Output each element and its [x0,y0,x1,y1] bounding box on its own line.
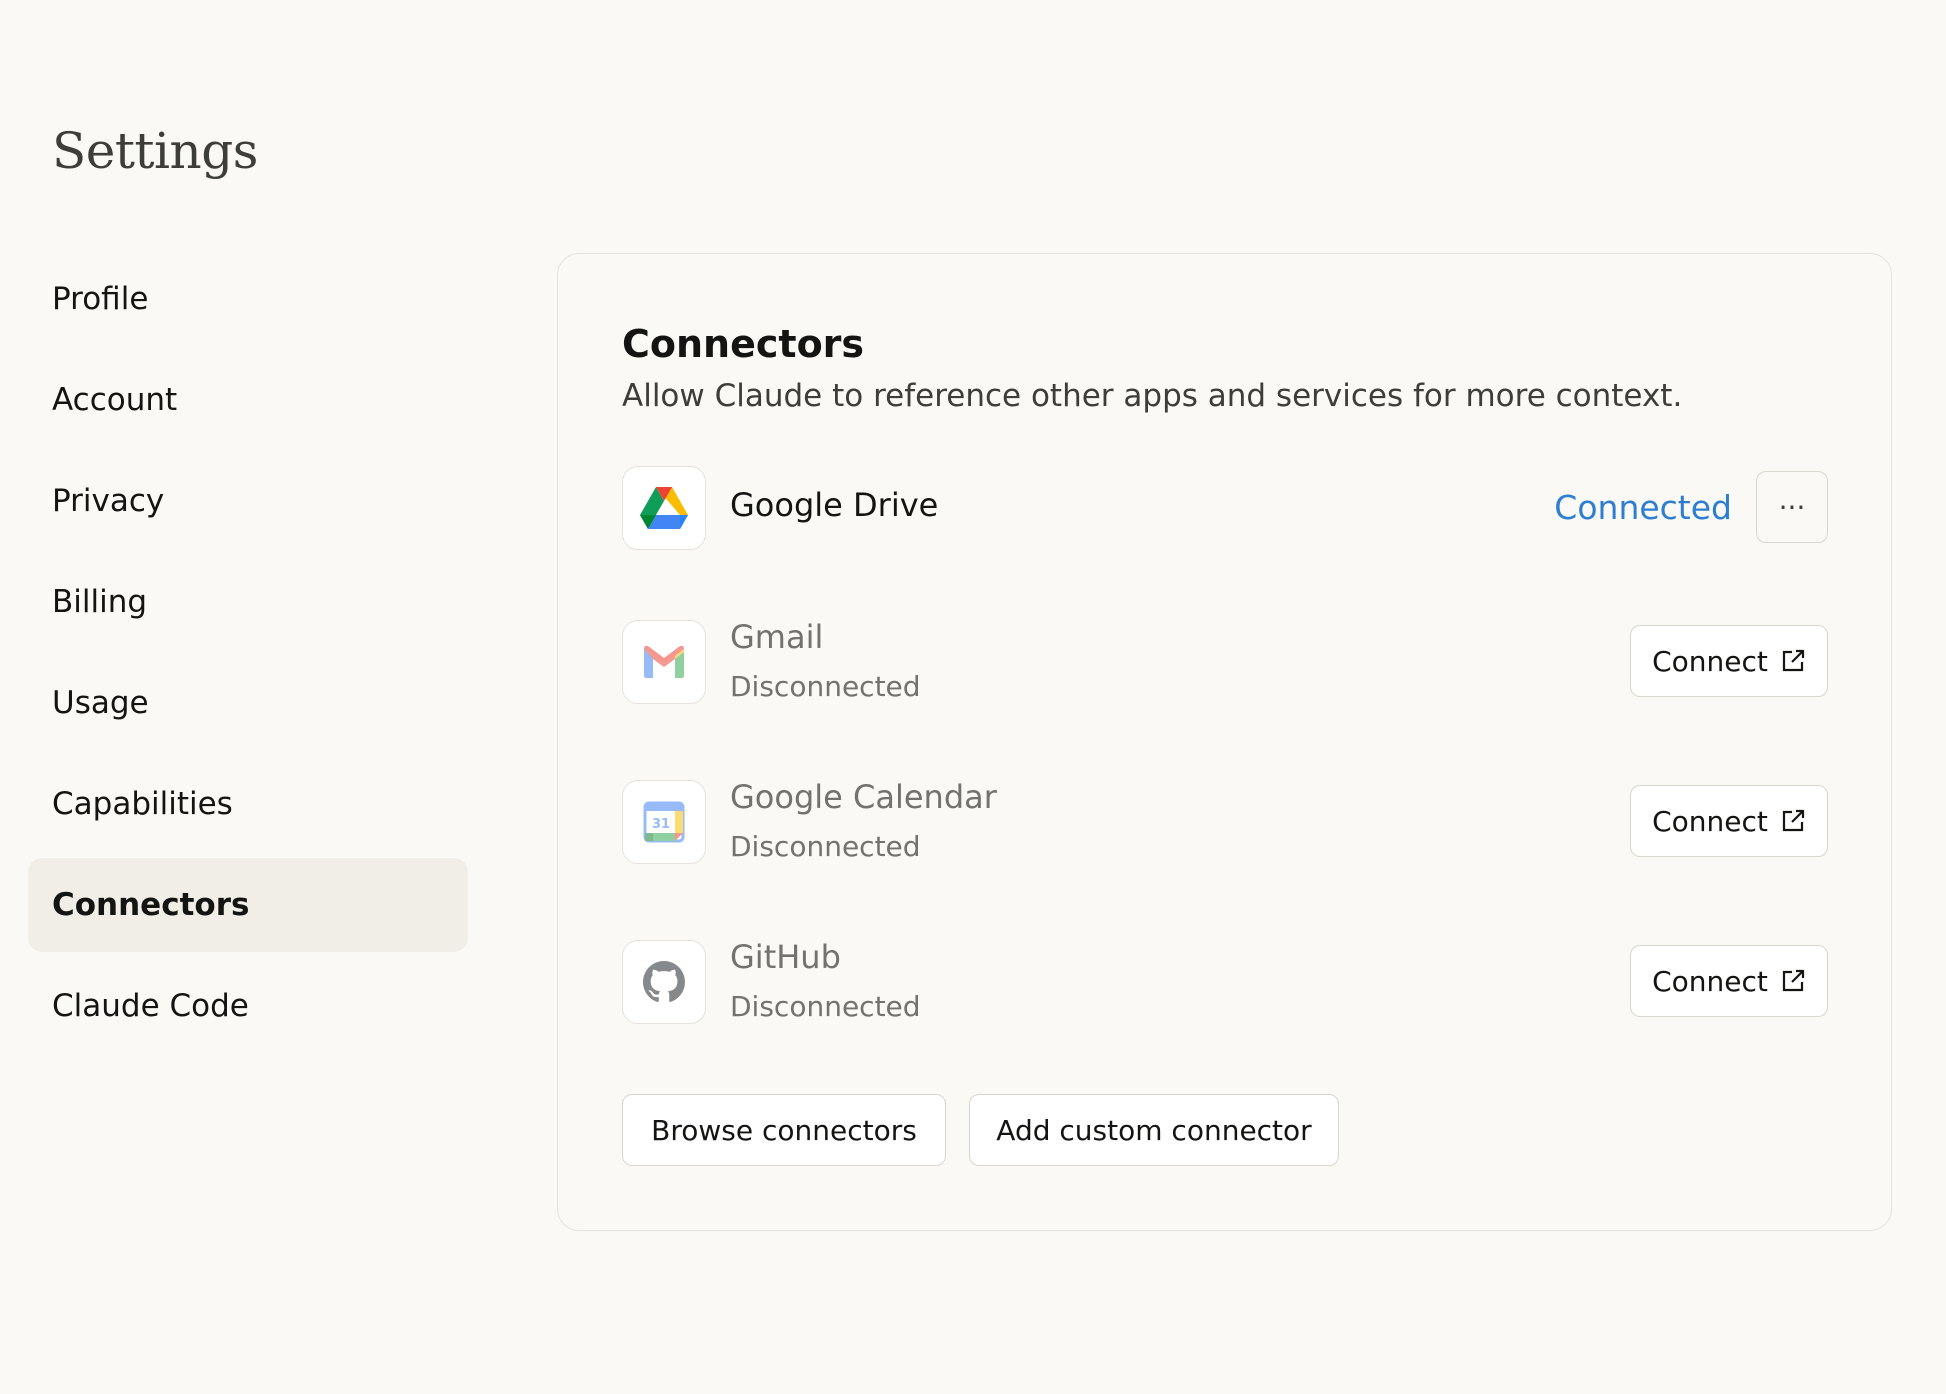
page-title: Settings [52,122,258,180]
external-link-icon [1782,969,1804,992]
more-options-button[interactable]: ··· [1756,471,1828,543]
external-link-icon [1782,809,1804,832]
sidebar-item-capabilities[interactable]: Capabilities [28,757,468,851]
connector-name: Google Drive [730,486,939,524]
connect-gmail-button[interactable]: Connect [1630,625,1828,697]
connect-github-button[interactable]: Connect [1630,945,1828,1017]
sidebar-item-label: Profile [52,281,149,317]
external-link-icon [1782,649,1804,672]
connector-name: Google Calendar [730,778,997,816]
ellipsis-icon: ··· [1778,490,1806,524]
connect-button-label: Connect [1652,644,1768,678]
sidebar-item-label: Billing [52,584,148,620]
connector-row-google-drive: Google Drive Connected ··· [622,466,1828,550]
sidebar-item-claude-code[interactable]: Claude Code [28,959,468,1053]
google-calendar-icon: 31 [622,780,706,864]
sidebar-item-profile[interactable]: Profile [28,252,468,346]
connector-row-github: GitHub Disconnected Connect [622,938,1828,1024]
sidebar-item-label: Connectors [52,887,250,923]
sidebar-item-account[interactable]: Account [28,353,468,447]
sidebar-item-connectors[interactable]: Connectors [28,858,468,952]
sidebar-item-label: Capabilities [52,786,233,822]
add-custom-connector-button[interactable]: Add custom connector [969,1094,1339,1166]
connected-status: Connected [1554,488,1732,527]
connector-row-google-calendar: 31 Google Calendar Disconnected Connect [622,778,1828,864]
sidebar-item-label: Account [52,382,178,418]
calendar-day-number: 31 [652,817,670,832]
connector-name: Gmail [730,618,824,656]
connector-name: GitHub [730,938,841,976]
connectors-panel: Connectors Allow Claude to reference oth… [557,253,1892,1231]
connector-status: Disconnected [730,830,921,863]
connectors-heading: Connectors [622,322,865,366]
sidebar-item-label: Usage [52,685,149,721]
connect-button-label: Connect [1652,964,1768,998]
sidebar-item-usage[interactable]: Usage [28,656,468,750]
sidebar-item-label: Claude Code [52,988,249,1024]
sidebar-item-label: Privacy [52,483,165,519]
google-drive-icon [622,466,706,550]
connector-status: Disconnected [730,670,921,703]
sidebar-item-privacy[interactable]: Privacy [28,454,468,548]
connector-status: Disconnected [730,990,921,1023]
add-custom-connector-label: Add custom connector [996,1113,1312,1147]
browse-connectors-label: Browse connectors [651,1113,917,1147]
connect-button-label: Connect [1652,804,1768,838]
sidebar: Profile Account Privacy Billing Usage Ca… [28,252,468,1060]
browse-connectors-button[interactable]: Browse connectors [622,1094,946,1166]
connect-google-calendar-button[interactable]: Connect [1630,785,1828,857]
connectors-description: Allow Claude to reference other apps and… [622,378,1683,414]
github-icon [622,940,706,1024]
sidebar-item-billing[interactable]: Billing [28,555,468,649]
gmail-icon [622,620,706,704]
connector-row-gmail: Gmail Disconnected Connect [622,618,1828,704]
